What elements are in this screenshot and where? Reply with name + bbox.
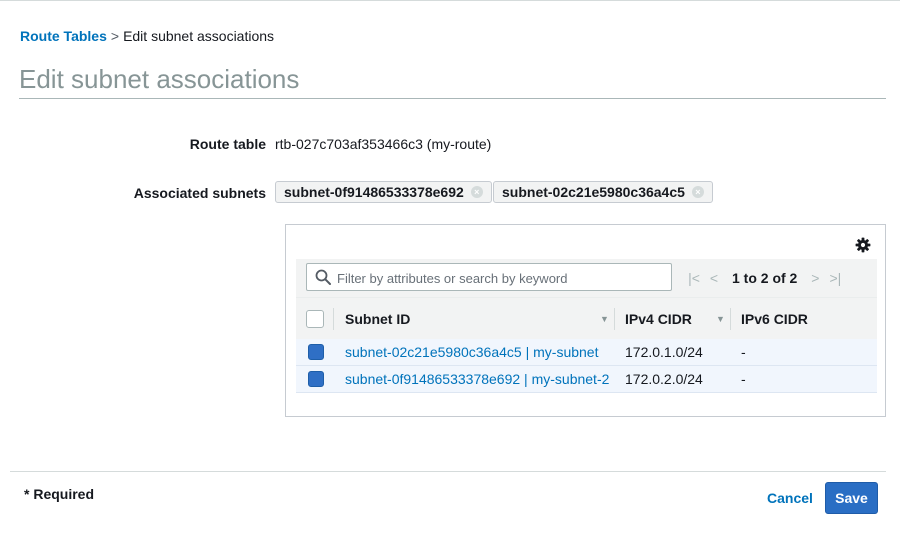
close-icon[interactable]: × [470,186,483,198]
save-button[interactable]: Save [825,482,878,514]
associated-subnet-token: subnet-02c21e5980c36a4c5 × [493,181,713,203]
top-border [0,0,900,1]
associated-subnet-token: subnet-0f91486533378e692 × [275,181,492,203]
row-checkbox[interactable] [308,344,324,360]
select-all-checkbox[interactable] [306,310,324,328]
ipv6-cidr-cell: - [741,344,746,360]
sort-caret-icon[interactable]: ▼ [600,298,609,340]
breadcrumb-route-tables-link[interactable]: Route Tables [20,28,107,44]
sort-caret-icon[interactable]: ▼ [716,298,725,340]
gear-icon[interactable] [855,237,871,253]
column-divider [614,308,615,330]
subnet-table: Subnet ID ▼ IPv4 CIDR ▼ IPv6 CIDR subnet… [296,297,877,393]
breadcrumb-current: Edit subnet associations [123,28,275,44]
pagination: |< < 1 to 2 of 2 > >| [684,259,845,297]
subnet-id-link[interactable]: subnet-02c21e5980c36a4c5 | my-subnet [345,339,598,365]
column-divider [333,308,334,330]
table-row[interactable]: subnet-02c21e5980c36a4c5 | my-subnet 172… [296,339,877,366]
title-divider [19,98,886,99]
page-title: Edit subnet associations [19,64,300,94]
close-icon[interactable]: × [691,186,704,198]
table-row[interactable]: subnet-0f91486533378e692 | my-subnet-2 1… [296,366,877,393]
search-icon [315,269,331,285]
route-table-value: rtb-027c703af353466c3 (my-route) [275,136,492,152]
subnet-table-panel: |< < 1 to 2 of 2 > >| Subnet ID ▼ IPv4 C… [285,224,886,417]
last-page-icon[interactable]: >| [825,270,845,286]
breadcrumb-separator: > [110,28,120,44]
required-note: * Required [24,486,95,502]
token-label: subnet-02c21e5980c36a4c5 [502,184,685,200]
column-header-subnet-id[interactable]: Subnet ID [345,298,410,340]
ipv4-cidr-cell: 172.0.2.0/24 [625,371,703,387]
first-page-icon[interactable]: |< [684,270,704,286]
table-header: Subnet ID ▼ IPv4 CIDR ▼ IPv6 CIDR [296,297,877,339]
ipv6-cidr-cell: - [741,371,746,387]
row-checkbox[interactable] [308,371,324,387]
search-box [306,263,672,291]
column-divider [730,308,731,330]
footer-divider [10,471,886,472]
previous-page-icon[interactable]: < [704,270,724,286]
search-input[interactable] [335,267,669,289]
token-label: subnet-0f91486533378e692 [284,184,464,200]
associated-subnets-label: Associated subnets [133,185,266,201]
ipv4-cidr-cell: 172.0.1.0/24 [625,344,703,360]
subnet-id-link[interactable]: subnet-0f91486533378e692 | my-subnet-2 [345,366,609,392]
filter-bar: |< < 1 to 2 of 2 > >| [296,259,877,297]
cancel-button[interactable]: Cancel [757,482,823,514]
route-table-label: Route table [189,136,266,152]
breadcrumb: Route Tables > Edit subnet associations [20,28,274,44]
next-page-icon[interactable]: > [805,270,825,286]
column-header-ipv6-cidr[interactable]: IPv6 CIDR [741,298,808,340]
column-header-ipv4-cidr[interactable]: IPv4 CIDR [625,298,692,340]
pagination-range: 1 to 2 of 2 [732,270,798,286]
